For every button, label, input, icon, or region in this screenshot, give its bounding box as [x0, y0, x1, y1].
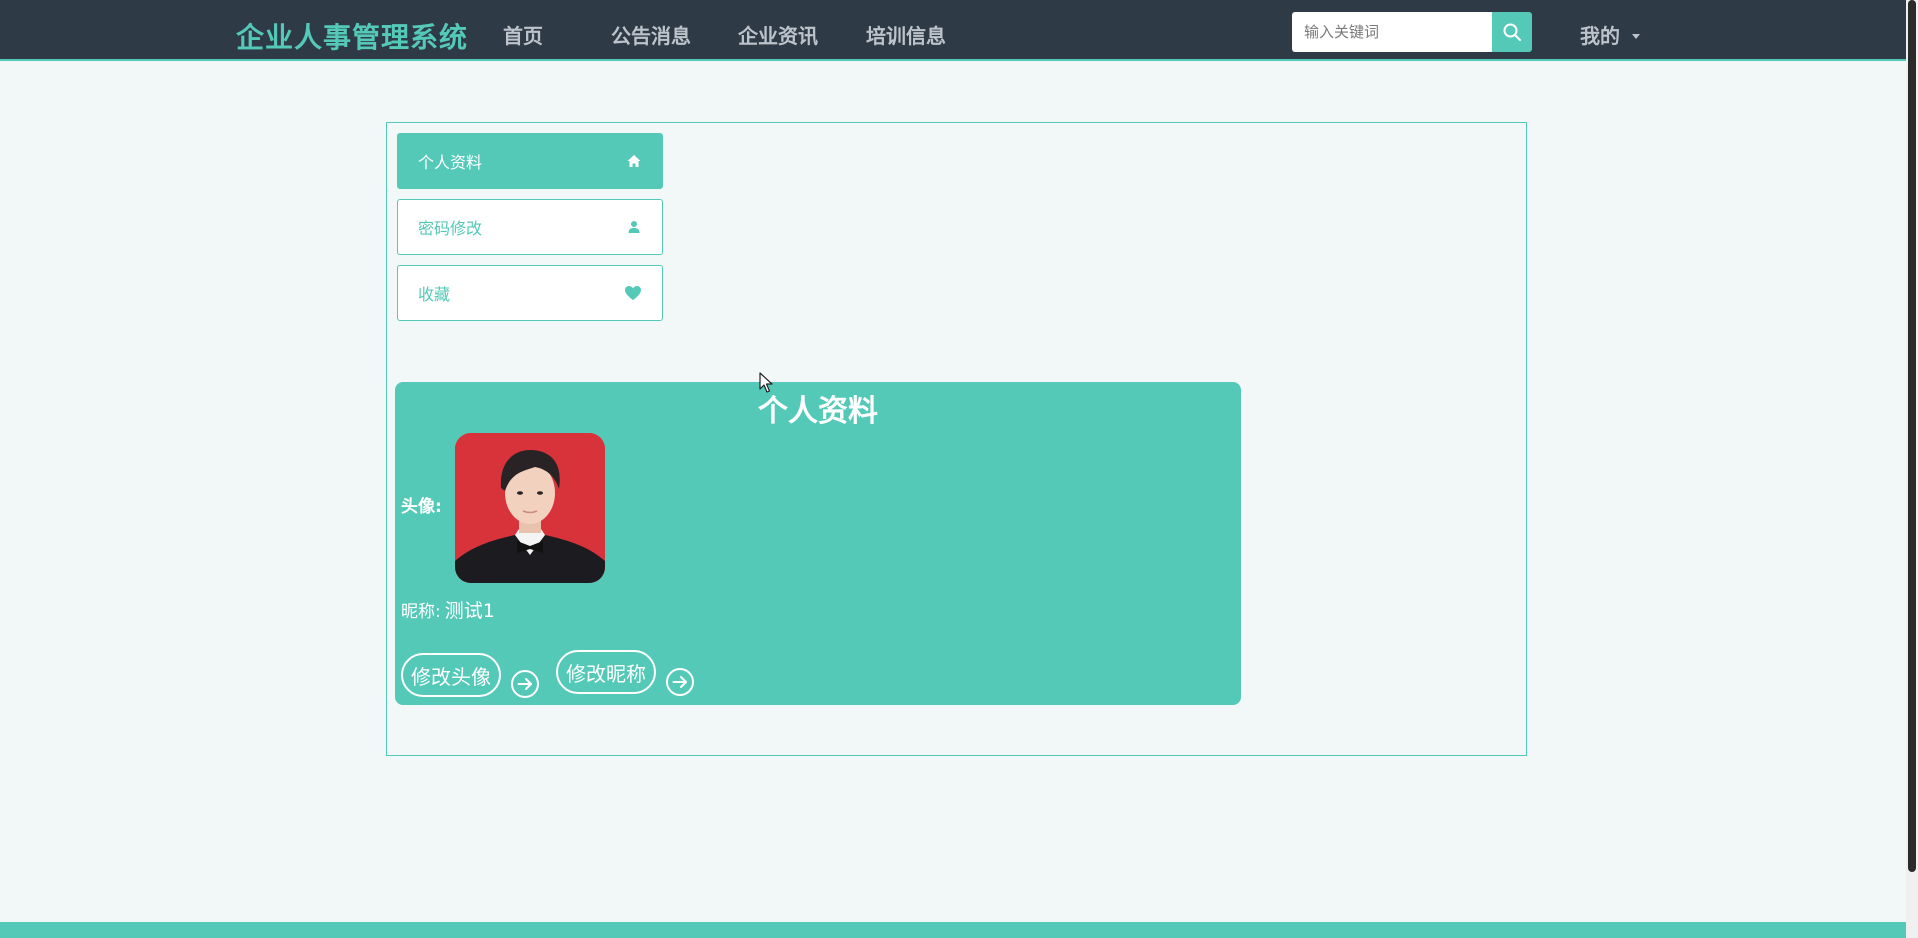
change-nickname-button[interactable]: 修改昵称 — [556, 650, 656, 694]
user-icon — [628, 221, 640, 233]
profile-card: 个人资料 头像: 昵称: 测试1 修改头像 修改昵称 — [395, 382, 1241, 705]
avatar — [455, 433, 605, 583]
footer-bar — [0, 922, 1918, 938]
site-brand[interactable]: 企业人事管理系统 — [236, 16, 468, 56]
search-button[interactable] — [1492, 12, 1532, 52]
user-menu-dropdown[interactable]: 我的 — [1580, 20, 1640, 49]
heart-icon — [625, 286, 641, 300]
arrow-right-circle-icon[interactable] — [665, 667, 695, 697]
arrow-right-circle-icon[interactable] — [510, 669, 540, 699]
home-icon — [627, 155, 641, 167]
top-navigation-bar: 企业人事管理系统 首页 公告消息 企业资讯 培训信息 我的 — [0, 0, 1918, 61]
nav-announcements[interactable]: 公告消息 — [611, 20, 691, 49]
sidebar-item-label: 收藏 — [418, 285, 451, 304]
avatar-label: 头像: — [401, 497, 442, 517]
nickname-value: 测试1 — [444, 600, 495, 622]
nickname-row: 昵称: 测试1 — [401, 596, 495, 623]
search-input[interactable] — [1292, 12, 1492, 52]
sidebar-item-label: 个人资料 — [418, 153, 483, 172]
nickname-label: 昵称: — [401, 602, 441, 622]
user-menu-label: 我的 — [1580, 24, 1620, 48]
change-avatar-button[interactable]: 修改头像 — [401, 653, 501, 697]
caret-down-icon — [1632, 34, 1640, 39]
mouse-pointer-icon — [759, 372, 773, 393]
main-content-panel: 个人资料 密码修改 收藏 个人资料 头像: 昵称: 测试1 修改头像 修改昵称 — [386, 122, 1527, 756]
sidebar-item-change-password[interactable]: 密码修改 — [397, 199, 663, 255]
avatar-portrait-image — [455, 433, 605, 583]
sidebar-item-label: 密码修改 — [418, 219, 483, 238]
nav-training-info[interactable]: 培训信息 — [866, 20, 946, 49]
search-icon — [1503, 23, 1521, 41]
scrollbar-thumb[interactable] — [1908, 0, 1916, 872]
nav-company-news[interactable]: 企业资讯 — [738, 20, 818, 49]
nav-home[interactable]: 首页 — [503, 20, 543, 49]
page-scrollbar[interactable] — [1906, 0, 1918, 938]
profile-title: 个人资料 — [758, 394, 878, 429]
sidebar-item-profile[interactable]: 个人资料 — [397, 133, 663, 189]
sidebar-item-favorites[interactable]: 收藏 — [397, 265, 663, 321]
